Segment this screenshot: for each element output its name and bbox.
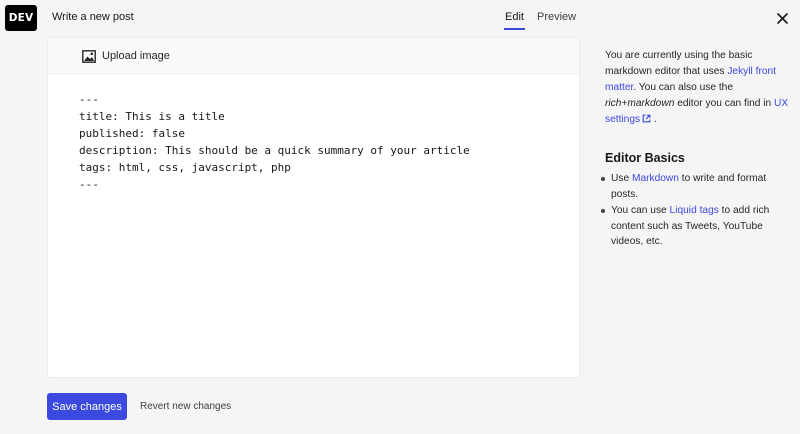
upload-image-label: Upload image — [102, 50, 170, 62]
editor-basics-heading: Editor Basics — [605, 151, 685, 165]
editor-panel: Upload image --- title: This is a title … — [47, 37, 580, 378]
editor-line: title: This is a title — [79, 110, 225, 123]
editor-basics-list: Use Markdown to write and format posts. … — [601, 171, 790, 250]
page-title: Write a new post — [52, 11, 134, 23]
editor-line: description: This should be a quick summ… — [79, 144, 470, 157]
help-sidebar: You are currently using the basic markdo… — [601, 48, 790, 251]
list-item: Use Markdown to write and format posts. — [601, 171, 790, 202]
tab-preview[interactable]: Preview — [537, 11, 576, 23]
dev-logo[interactable]: DEV — [5, 5, 37, 31]
editor-toolbar: Upload image — [48, 38, 579, 74]
markdown-link[interactable]: Markdown — [632, 173, 679, 184]
revert-changes-button[interactable]: Revert new changes — [140, 401, 231, 412]
list-item: You can use Liquid tags to add rich cont… — [601, 203, 790, 250]
external-link-icon — [642, 114, 651, 123]
image-icon — [82, 49, 96, 63]
editor-line: tags: html, css, javascript, php — [79, 161, 291, 174]
upload-image-button[interactable]: Upload image — [82, 47, 170, 65]
editor-info-text: You are currently using the basic markdo… — [605, 50, 789, 125]
markdown-textarea[interactable]: --- title: This is a title published: fa… — [79, 91, 569, 193]
close-icon — [776, 12, 788, 24]
editor-line: --- — [79, 178, 99, 191]
close-button[interactable] — [774, 10, 790, 26]
editor-line: published: false — [79, 127, 185, 140]
tab-edit[interactable]: Edit — [504, 11, 525, 30]
editor-line: --- — [79, 93, 99, 106]
save-changes-button[interactable]: Save changes — [47, 393, 127, 420]
top-bar: DEV Write a new post Edit Preview — [0, 0, 800, 36]
liquid-tags-link[interactable]: Liquid tags — [670, 205, 719, 216]
